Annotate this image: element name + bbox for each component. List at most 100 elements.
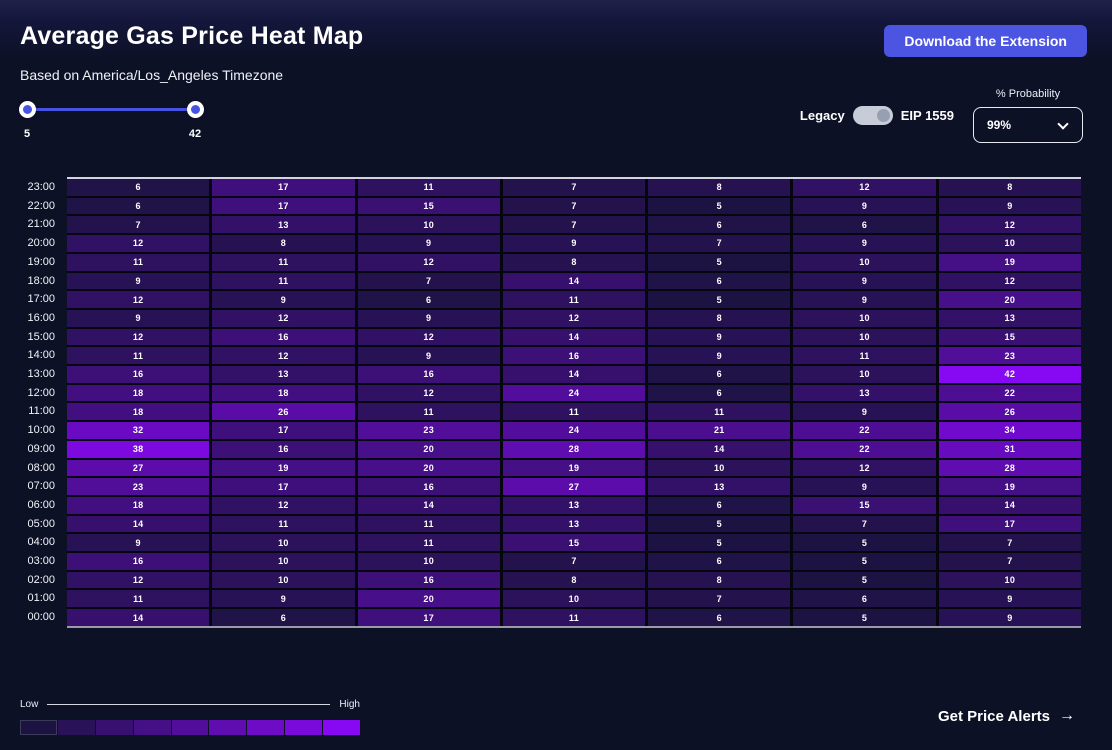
heatmap-cell: 14 [67,609,209,626]
heatmap-cell: 10 [503,590,645,607]
heatmap-cell: 6 [212,609,354,626]
heatmap-cell: 7 [67,216,209,233]
heatmap-cell: 9 [67,534,209,551]
heatmap-cell: 9 [793,273,935,290]
heatmap-cell: 9 [67,310,209,327]
heatmap-cell: 23 [67,478,209,495]
heatmap-cell: 15 [793,497,935,514]
heatmap-cell: 8 [503,572,645,589]
gas-price-range-slider[interactable]: 5 42 [11,100,211,144]
heatmap-cell: 5 [793,609,935,626]
hour-label: 02:00 [0,572,55,591]
alerts-link-text: Get Price Alerts [938,708,1050,725]
heatmap-cell: 8 [212,235,354,252]
heatmap-cell: 11 [67,254,209,271]
get-price-alerts-link[interactable]: Get Price Alerts → [938,707,1075,725]
legend-swatch [209,720,246,735]
heatmap-cell: 8 [939,179,1081,196]
hour-label: 19:00 [0,254,55,273]
heatmap-cell: 9 [358,347,500,364]
heatmap-cell: 11 [67,590,209,607]
probability-selected-value: 99% [987,118,1011,132]
probability-label: % Probability [973,88,1083,100]
heatmap-cell: 6 [358,291,500,308]
heatmap-cell: 5 [648,291,790,308]
heatmap-cell: 17 [212,198,354,215]
heatmap-cell: 17 [212,478,354,495]
heatmap-cell: 9 [67,273,209,290]
heatmap-cell: 12 [67,291,209,308]
heatmap-cell: 18 [67,385,209,402]
heatmap-cell: 19 [939,478,1081,495]
heatmap-cell: 10 [648,460,790,477]
heatmap-cell: 6 [648,609,790,626]
heatmap-cell: 16 [358,366,500,383]
slider-max-handle[interactable] [187,101,204,118]
heatmap-cell: 7 [503,198,645,215]
heatmap-cell: 8 [648,572,790,589]
heatmap-cell: 11 [793,347,935,364]
heatmap-cell: 12 [793,179,935,196]
heatmap-cell: 8 [648,310,790,327]
timezone-subtitle: Based on America/Los_Angeles Timezone [20,67,283,83]
heatmap-cell: 11 [358,534,500,551]
hour-label: 08:00 [0,460,55,479]
heatmap-cell: 24 [503,385,645,402]
download-extension-button[interactable]: Download the Extension [884,25,1087,57]
heatmap-cell: 10 [793,310,935,327]
hour-label: 15:00 [0,329,55,348]
heatmap-cell: 13 [648,478,790,495]
heatmap-grid-frame: 6171178128617157599713107661212899791011… [67,177,1081,628]
legend-swatches [20,720,360,735]
heatmap-cell: 9 [793,291,935,308]
slider-track[interactable] [27,108,195,111]
heatmap-cell: 12 [212,497,354,514]
heatmap-cell: 11 [503,291,645,308]
legend-swatch [285,720,322,735]
heatmap-cell: 20 [358,460,500,477]
heatmap-cell: 6 [793,590,935,607]
legend-swatch [134,720,171,735]
heatmap-cell: 10 [793,329,935,346]
heatmap-cell: 11 [358,516,500,533]
heatmap-cell: 9 [793,198,935,215]
heatmap-cell: 6 [648,273,790,290]
heatmap-cell: 20 [939,291,1081,308]
slider-min-handle[interactable] [19,101,36,118]
heatmap-cell: 12 [67,329,209,346]
heatmap-cell: 10 [793,254,935,271]
heatmap-cell: 23 [939,347,1081,364]
heatmap-cell: 28 [939,460,1081,477]
hour-label: 13:00 [0,366,55,385]
heatmap-cell: 27 [503,478,645,495]
heatmap-cell: 10 [939,235,1081,252]
hour-label: 11:00 [0,403,55,422]
heatmap-cell: 9 [939,198,1081,215]
heatmap-cell: 13 [212,216,354,233]
heatmap-cell: 12 [793,460,935,477]
heatmap-grid: 6171178128617157599713107661212899791011… [67,179,1081,626]
legend-low-label: Low [20,699,38,710]
hour-label: 06:00 [0,497,55,516]
legend-swatch [20,720,57,735]
heatmap-cell: 12 [358,329,500,346]
legacy-eip1559-toggle[interactable] [853,106,893,125]
legacy-label: Legacy [800,108,845,123]
heatmap-cell: 6 [648,497,790,514]
heatmap-cell: 9 [939,590,1081,607]
probability-dropdown[interactable]: 99% [973,107,1083,143]
heatmap-cell: 9 [939,609,1081,626]
heatmap-cell: 19 [212,460,354,477]
hour-label: 14:00 [0,347,55,366]
heatmap-cell: 12 [67,572,209,589]
heatmap-cell: 9 [358,310,500,327]
hour-label: 16:00 [0,310,55,329]
heatmap-cell: 15 [939,329,1081,346]
heatmap-cell: 6 [648,216,790,233]
heatmap-cell: 14 [67,516,209,533]
page-title: Average Gas Price Heat Map [20,22,363,51]
heatmap-cell: 34 [939,422,1081,439]
heatmap-cell: 12 [212,310,354,327]
legend-swatch [58,720,95,735]
legend-swatch [172,720,209,735]
